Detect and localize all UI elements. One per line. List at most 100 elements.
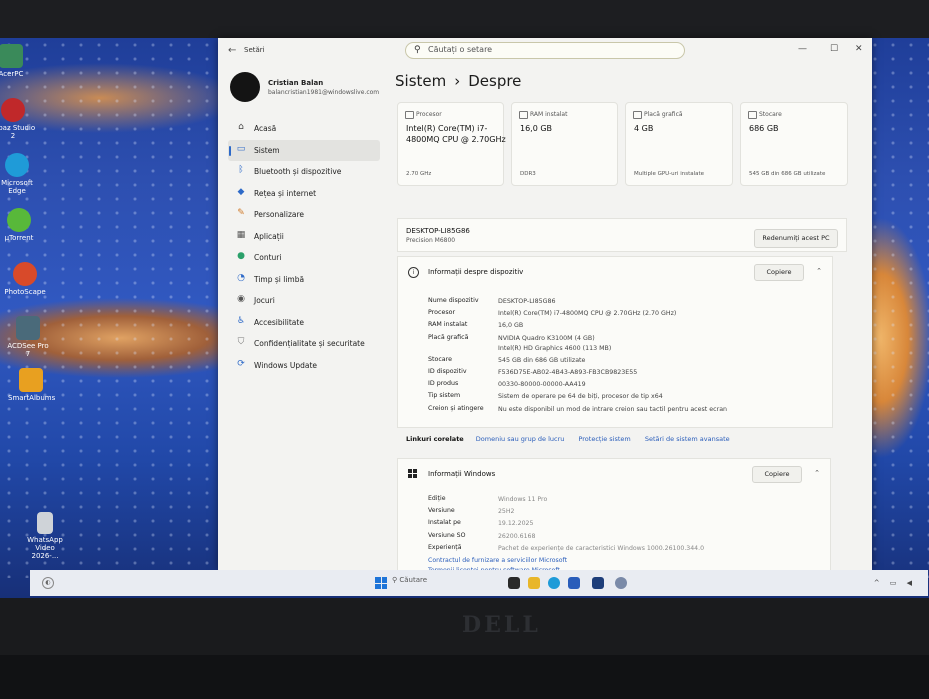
- sidebar-item-acasa[interactable]: ⌂ Acasă: [228, 118, 380, 140]
- store-icon[interactable]: [568, 577, 580, 589]
- card-processor[interactable]: Procesor Intel(R) Core(TM) i7-4800MQ CPU…: [397, 102, 506, 186]
- close-button[interactable]: ✕: [855, 44, 863, 54]
- search-icon: ⚲: [414, 45, 421, 55]
- sidebar-item-aplicatii[interactable]: ▦ Aplicații: [228, 226, 380, 248]
- laptop-bezel-top: [0, 0, 929, 40]
- update-icon: ⟳: [237, 358, 245, 369]
- copy-device-specs-button[interactable]: Copiere: [754, 264, 804, 281]
- sidebar-item-sistem[interactable]: ▭ Sistem: [228, 139, 380, 161]
- desktop-icon-photoscape[interactable]: PhotoScape: [2, 262, 48, 296]
- desktop-icon-acdsee[interactable]: ACDSee Pro 7: [5, 316, 51, 358]
- acerpc-icon: [0, 44, 23, 68]
- topaz-icon: [1, 98, 25, 122]
- system-tray[interactable]: ^ ▭ ◀: [874, 579, 916, 587]
- desktop-icon-smartalbums[interactable]: SmartAlbums: [8, 368, 55, 402]
- shield-icon: ⛉: [237, 337, 245, 347]
- apps-icon: ▦: [236, 229, 246, 240]
- desktop-icon-whatsapp-video[interactable]: WhatsApp Video 2026-...: [22, 512, 68, 560]
- link-system-protection[interactable]: Protecție sistem: [578, 435, 630, 443]
- settings-search-input[interactable]: ⚲ Căutați o setare: [405, 42, 685, 59]
- windows-specs-title: Informații Windows: [428, 470, 496, 478]
- windows-specs-panel: Informații Windows Copiere ⌃ Ediție Windo…: [397, 458, 831, 574]
- rename-pc-button[interactable]: Redenumiți acest PC: [754, 229, 838, 248]
- settings-icon[interactable]: [615, 577, 627, 589]
- file-explorer-icon[interactable]: [528, 577, 540, 589]
- sidebar-item-accesibilitate[interactable]: ♿ Accesibilitate: [228, 312, 380, 334]
- edge-icon[interactable]: [548, 577, 560, 589]
- accessibility-icon: ♿: [236, 315, 246, 326]
- gamepad-icon: ◉: [237, 294, 245, 304]
- person-icon: ●: [237, 251, 245, 261]
- task-view-icon[interactable]: [508, 577, 520, 589]
- taskbar: ◐ ⚲ Căutare ^ ▭ ◀: [30, 570, 928, 596]
- chevron-up-icon[interactable]: ⌃: [814, 469, 820, 477]
- sidebar-item-windows-update[interactable]: ⟳ Windows Update: [228, 355, 380, 377]
- info-icon: i: [408, 267, 419, 278]
- desktop-icon-edge[interactable]: Microsoft Edge: [0, 153, 40, 195]
- storage-icon: [748, 111, 757, 119]
- link-advanced-settings[interactable]: Setări de sistem avansate: [645, 435, 730, 443]
- device-specs-panel: i Informații despre dispozitiv Copiere ⌃…: [397, 256, 833, 428]
- breadcrumb-separator: ›: [454, 72, 461, 90]
- desktop-icon-topaz[interactable]: Topaz Studio 2: [0, 98, 36, 140]
- edge-icon: [5, 153, 29, 177]
- user-name: Cristian Balan: [268, 79, 324, 87]
- brush-icon: ✎: [237, 208, 245, 218]
- link-services-agreement[interactable]: Contractul de furnizare a serviciilor Mi…: [428, 556, 567, 566]
- windows-specs-header[interactable]: Informații Windows Copiere ⌃: [398, 459, 830, 489]
- desktop-icon-utorrent[interactable]: µTorrent: [0, 208, 42, 242]
- taskbar-search[interactable]: ⚲ Căutare: [392, 576, 492, 590]
- card-storage[interactable]: Stocare 686 GB 545 GB din 686 GB utiliza…: [740, 102, 848, 186]
- sidebar-item-confidentialitate[interactable]: ⛉ Confidențialitate și securitate: [228, 333, 380, 355]
- ram-icon: [519, 111, 528, 119]
- search-placeholder: Căutați o setare: [428, 45, 493, 54]
- sidebar-item-bluetooth[interactable]: ᛒ Bluetooth și dispozitive: [228, 161, 380, 183]
- page-title: Despre: [468, 72, 522, 90]
- sidebar-item-retea[interactable]: ◆ Rețea și internet: [228, 183, 380, 205]
- windows-logo-icon: [408, 469, 417, 478]
- device-specs-title: Informații despre dispozitiv: [428, 268, 524, 276]
- video-file-icon: [37, 512, 53, 534]
- mail-icon[interactable]: [592, 577, 604, 589]
- link-domain-workgroup[interactable]: Domeniu sau grup de lucru: [476, 435, 565, 443]
- globe-clock-icon: ◔: [237, 272, 245, 283]
- app-title: Setări: [244, 46, 265, 54]
- home-icon: ⌂: [238, 122, 244, 132]
- smartalbums-icon: [19, 368, 43, 392]
- processor-icon: [405, 111, 414, 119]
- utorrent-icon: [7, 208, 31, 232]
- acdsee-icon: [16, 316, 40, 340]
- back-arrow-icon[interactable]: ←: [228, 45, 236, 56]
- settings-window: ← Setări ⚲ Căutați o setare — ☐ ✕ Cristi…: [218, 38, 872, 574]
- device-specs-header[interactable]: i Informații despre dispozitiv Copiere ⌃: [398, 257, 832, 287]
- wifi-icon: ◆: [237, 186, 245, 197]
- maximize-button[interactable]: ☐: [830, 44, 838, 54]
- sidebar-item-jocuri[interactable]: ◉ Jocuri: [228, 290, 380, 312]
- chevron-up-icon[interactable]: ⌃: [816, 267, 822, 275]
- minimize-button[interactable]: —: [798, 44, 807, 54]
- pc-name-panel: DESKTOP-LI85G86 Precision M6800 Redenumi…: [397, 218, 847, 252]
- start-button[interactable]: [375, 577, 387, 589]
- copy-windows-specs-button[interactable]: Copiere: [752, 466, 802, 483]
- breadcrumb: Sistem › Despre: [395, 72, 521, 90]
- card-ram[interactable]: RAM instalat 16,0 GB DDR3: [511, 102, 618, 186]
- sidebar-item-conturi[interactable]: ● Conturi: [228, 247, 380, 269]
- dell-logo: DELL: [462, 612, 541, 638]
- desktop-icon-acerpc[interactable]: AcerPC: [0, 44, 34, 78]
- widgets-icon[interactable]: ◐: [42, 577, 54, 589]
- related-links-label: Linkuri corelate: [406, 435, 464, 443]
- sidebar-item-personalizare[interactable]: ✎ Personalizare: [228, 204, 380, 226]
- bluetooth-icon: ᛒ: [238, 165, 244, 175]
- breadcrumb-parent[interactable]: Sistem: [395, 72, 446, 90]
- monitor-icon: ▭: [236, 143, 246, 154]
- user-email: balancristian1981@windowslive.com: [268, 89, 380, 96]
- related-links: Linkuri corelate Domeniu sau grup de luc…: [406, 435, 742, 443]
- pc-name: DESKTOP-LI85G86: [406, 227, 470, 235]
- title-bar: ← Setări ⚲ Căutați o setare — ☐ ✕: [218, 38, 872, 64]
- card-graphics[interactable]: Placă grafică 4 GB Multiple GPU-uri inst…: [625, 102, 733, 186]
- laptop-hinge: [0, 655, 929, 699]
- sidebar-nav: ⌂ Acasă ▭ Sistem ᛒ Bluetooth și dispozit…: [228, 118, 380, 376]
- photoscape-icon: [13, 262, 37, 286]
- sidebar-item-timp[interactable]: ◔ Timp și limbă: [228, 269, 380, 291]
- user-avatar[interactable]: [230, 72, 260, 102]
